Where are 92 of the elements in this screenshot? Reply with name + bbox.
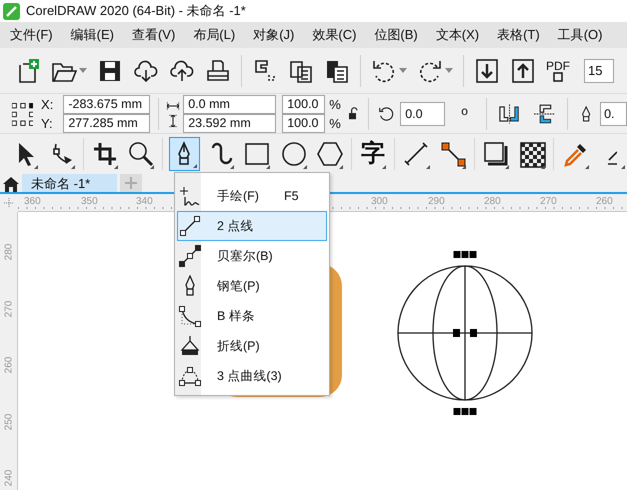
bezier-icon bbox=[179, 245, 201, 267]
caret-icon[interactable] bbox=[399, 68, 407, 74]
y-position-field[interactable]: 277.285 mm bbox=[63, 114, 150, 132]
flyout-corner-icon bbox=[382, 165, 386, 169]
menu-item[interactable]: 贝塞尔(B) bbox=[177, 241, 327, 271]
menu-item[interactable]: 编辑(E) bbox=[70, 25, 114, 45]
flyout-corner-icon bbox=[70, 165, 75, 169]
flyout-corner-icon bbox=[34, 165, 38, 169]
flyout-corner-icon bbox=[302, 165, 307, 169]
freehand-icon bbox=[179, 185, 201, 207]
home-icon[interactable] bbox=[2, 174, 20, 194]
flyout-corner-icon bbox=[114, 165, 118, 169]
menu-item[interactable]: 表格(T) bbox=[497, 25, 540, 45]
menu-item[interactable]: 文件(F) bbox=[10, 25, 53, 45]
square-icon bbox=[553, 72, 563, 82]
ruler-origin-icon[interactable] bbox=[4, 198, 14, 208]
flyout-corner-icon bbox=[230, 165, 234, 169]
height-icon bbox=[167, 114, 180, 126]
tool-button[interactable]: 字 bbox=[358, 137, 388, 171]
ruler-label: 350 bbox=[81, 195, 98, 209]
flyout-corner-icon bbox=[150, 165, 154, 169]
cloud-upload-icon[interactable] bbox=[169, 58, 195, 84]
pdf-export-button[interactable]: PDF bbox=[546, 60, 570, 82]
menu-item[interactable]: 对象(J) bbox=[253, 25, 294, 45]
caret-icon[interactable] bbox=[445, 68, 453, 74]
ruler-label: 260 bbox=[4, 356, 14, 374]
import-icon[interactable] bbox=[474, 58, 500, 84]
printer-icon[interactable] bbox=[205, 58, 231, 84]
scale-field[interactable]: 100.0 bbox=[282, 94, 326, 114]
percent-label: % bbox=[329, 114, 341, 132]
menu-item[interactable]: 工具(O) bbox=[558, 25, 602, 45]
width-icon bbox=[167, 100, 180, 110]
app-logo-icon bbox=[3, 2, 20, 20]
menu-item[interactable]: 布局(L) bbox=[193, 25, 236, 45]
pen-nib-icon bbox=[580, 104, 592, 122]
degree-label: o bbox=[461, 102, 468, 120]
menu-item[interactable]: 位图(B) bbox=[374, 25, 418, 45]
caret-icon[interactable] bbox=[79, 68, 87, 74]
flyout-corner-icon bbox=[266, 165, 270, 169]
scale-field[interactable]: 100.0 bbox=[282, 114, 326, 132]
ruler-label: 240 bbox=[4, 470, 14, 486]
menu-item[interactable]: 查看(V) bbox=[132, 25, 176, 45]
arc-icon bbox=[179, 365, 201, 387]
menu-item[interactable]: 效果(C) bbox=[312, 25, 356, 45]
height-field[interactable]: 23.592 mm bbox=[183, 114, 276, 132]
flyout-corner-icon bbox=[621, 165, 626, 169]
menu-item[interactable]: 3 点曲线(3) bbox=[177, 361, 327, 391]
menu-item[interactable]: 折线(P) bbox=[177, 331, 327, 361]
flyout-corner-icon bbox=[339, 165, 344, 169]
export-icon[interactable] bbox=[510, 58, 536, 84]
ruler-label: 250 bbox=[4, 413, 14, 430]
cloud-download-icon[interactable] bbox=[133, 58, 159, 84]
y-label: Y: bbox=[41, 114, 54, 132]
flyout-corner-icon bbox=[192, 164, 197, 168]
window-title: CorelDRAW 2020 (64-Bit) - 未命名 -1* bbox=[26, 2, 246, 20]
ruler-label: 300 bbox=[371, 195, 388, 209]
mirror-horizontal-icon[interactable] bbox=[498, 102, 520, 124]
flyout-corner-icon bbox=[462, 165, 466, 169]
line-icon bbox=[179, 215, 201, 237]
menu-item[interactable]: 文本(X) bbox=[436, 25, 480, 45]
flyout-corner-icon bbox=[426, 165, 430, 169]
menu-item[interactable]: 钢笔(P) bbox=[177, 271, 327, 301]
shortcut-label: F5 bbox=[284, 188, 299, 205]
flyout-corner-icon bbox=[541, 165, 546, 169]
rotation-field[interactable]: 0.0 bbox=[400, 102, 446, 126]
width-field[interactable]: 0.0 mm bbox=[183, 94, 276, 114]
ruler-label: 270 bbox=[540, 195, 557, 209]
rotate-icon bbox=[378, 104, 394, 122]
menu-item[interactable]: 手绘(F) F5 bbox=[177, 181, 327, 211]
ruler-label: 280 bbox=[484, 195, 501, 209]
flyout-corner-icon bbox=[584, 165, 589, 169]
ruler-label: 340 bbox=[136, 195, 153, 209]
mirror-vertical-icon[interactable] bbox=[534, 102, 555, 124]
ruler-label: 290 bbox=[428, 195, 445, 209]
bounding-box-icon[interactable] bbox=[12, 102, 34, 126]
plus-icon bbox=[125, 177, 137, 189]
outline-width-field[interactable]: 0. bbox=[600, 102, 627, 126]
ruler-label: 270 bbox=[4, 300, 14, 317]
document-tab[interactable]: 未命名 -1* bbox=[22, 174, 117, 192]
polyline-icon bbox=[179, 335, 201, 357]
ruler-label: 280 bbox=[4, 244, 14, 260]
zoom-field[interactable]: 15 bbox=[584, 58, 614, 82]
curve-icon bbox=[179, 305, 201, 327]
unlock-icon[interactable] bbox=[348, 107, 358, 120]
menu-item[interactable]: B 样条 bbox=[177, 301, 327, 331]
ruler-label: 260 bbox=[596, 195, 613, 209]
x-position-field[interactable]: -283.675 mm bbox=[63, 94, 150, 114]
x-label: X: bbox=[41, 96, 54, 114]
percent-label: % bbox=[329, 96, 341, 114]
flyout-corner-icon bbox=[505, 165, 510, 169]
menu-item[interactable]: 2 点线 bbox=[177, 211, 327, 241]
ruler-label: 360 bbox=[24, 195, 41, 209]
